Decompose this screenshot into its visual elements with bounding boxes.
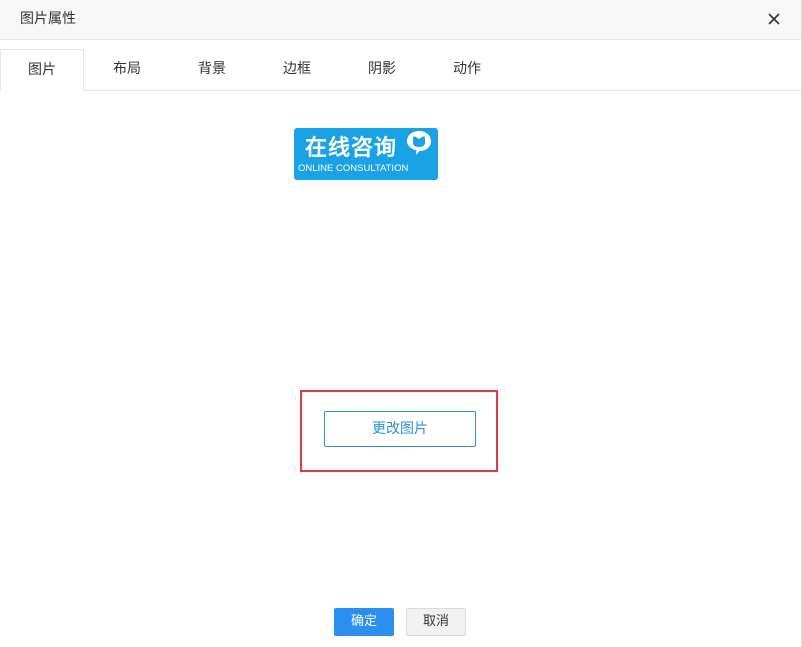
tab-border[interactable]: 边框 [255,49,339,90]
change-image-button[interactable]: 更改图片 [324,411,476,447]
tab-bar: 图片 布局 背景 边框 阴影 动作 [0,49,801,91]
tab-image[interactable]: 图片 [0,49,84,91]
dialog-titlebar: 图片属性 [0,0,801,40]
preview-text-en: ONLINE CONSULTATION [298,163,409,174]
tab-layout[interactable]: 布局 [85,49,169,90]
preview-text-cn: 在线咨询 [305,136,398,161]
image-properties-dialog: 图片属性 图片 布局 背景 边框 阴影 动作 在线咨询 ONLINE CONSU… [0,0,802,647]
tab-action[interactable]: 动作 [425,49,509,90]
cancel-button[interactable]: 取消 [406,608,466,636]
close-icon[interactable] [764,9,784,29]
chat-bubble-icon [404,128,434,158]
tab-shadow[interactable]: 阴影 [340,49,424,90]
ok-button[interactable]: 确定 [334,608,394,636]
tab-background[interactable]: 背景 [170,49,254,90]
dialog-title: 图片属性 [20,11,76,27]
